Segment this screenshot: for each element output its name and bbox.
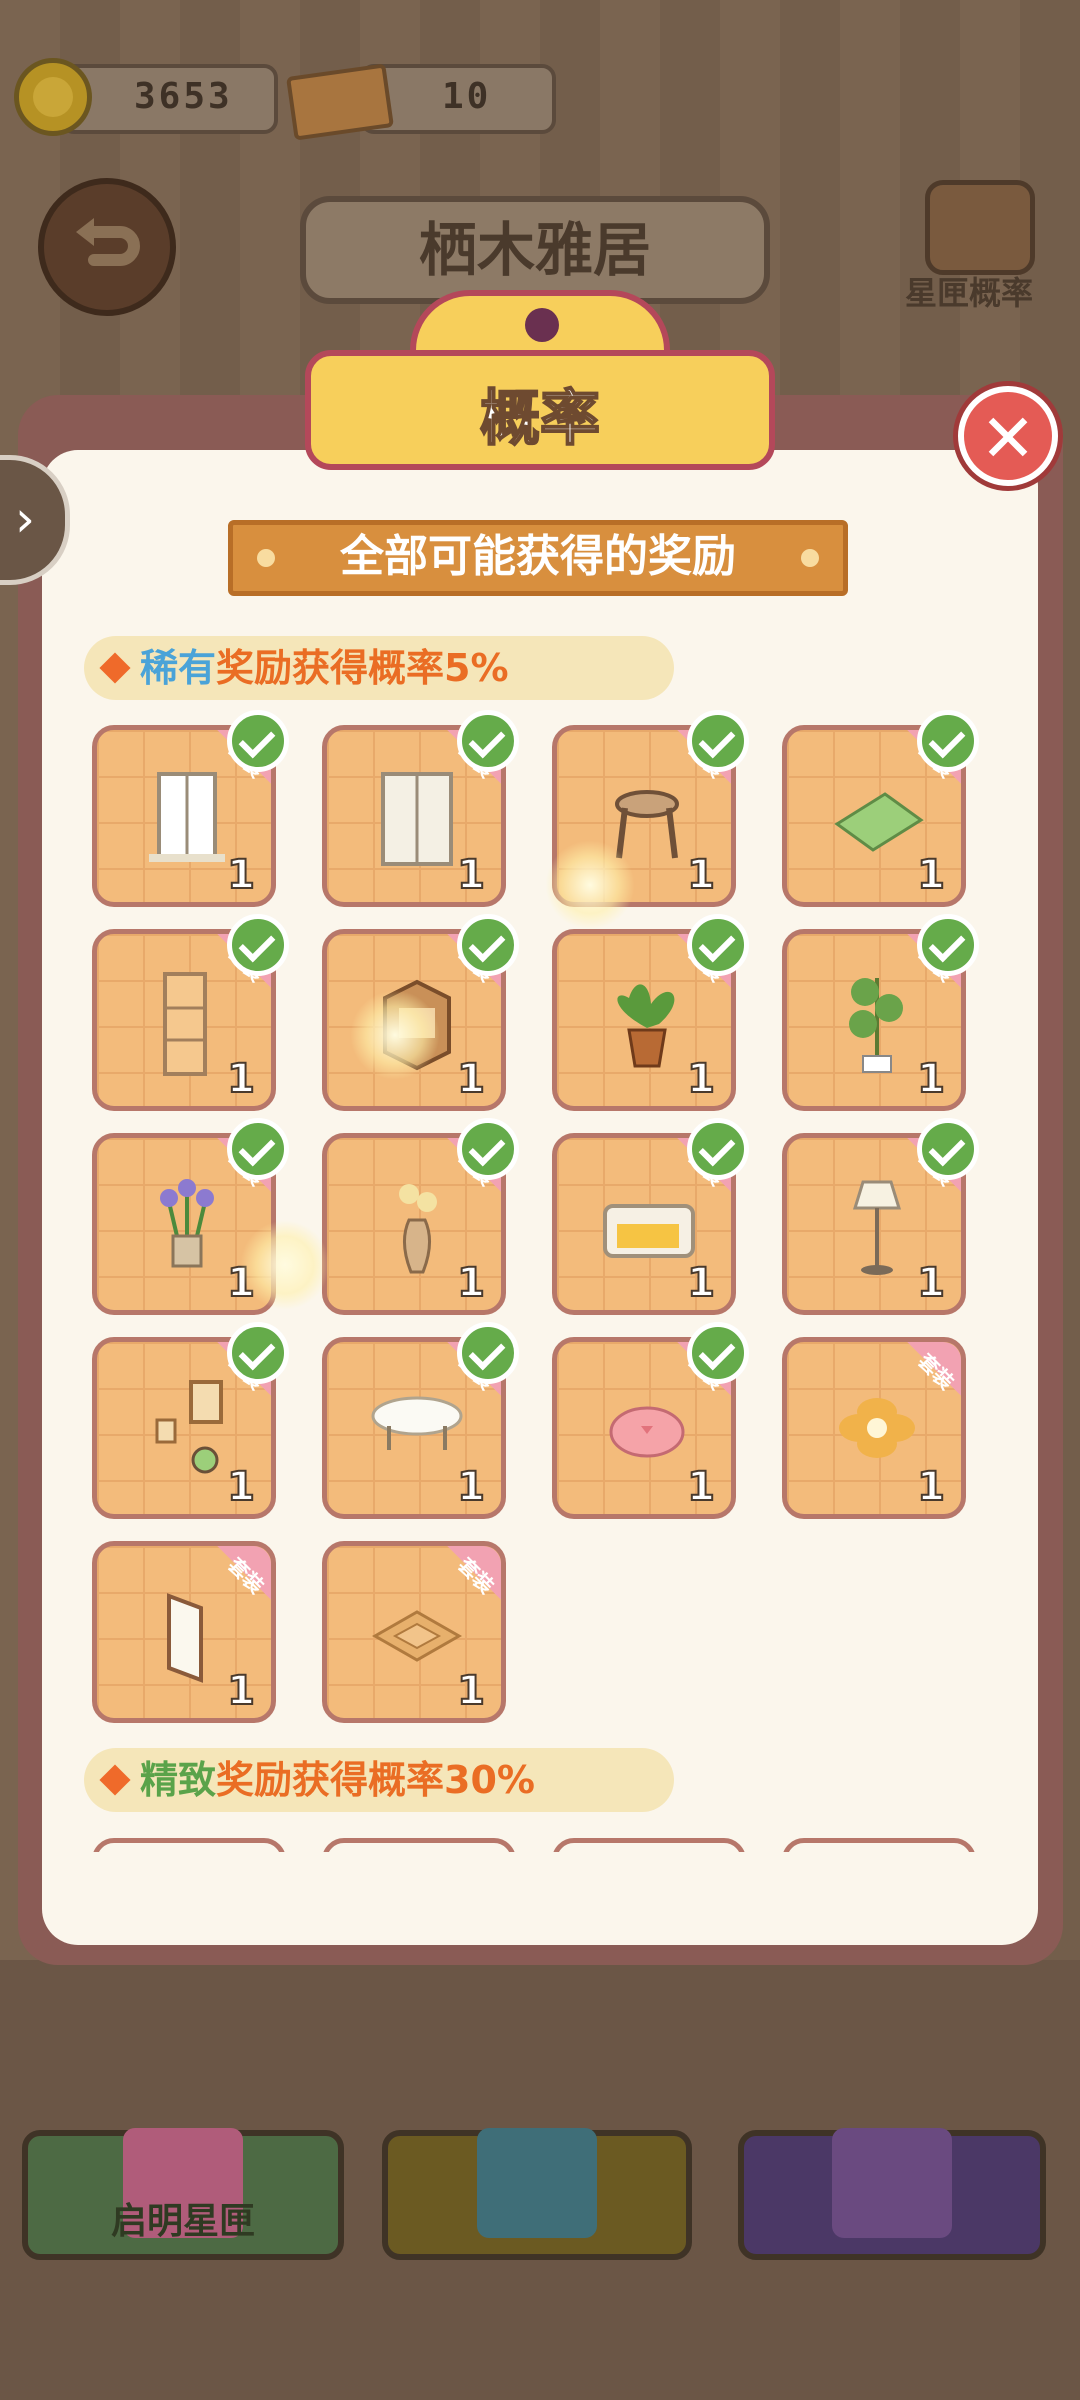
- owned-check-icon: [917, 1118, 979, 1180]
- sparkle-effect: [240, 1220, 330, 1310]
- item-count: 1: [226, 1667, 256, 1715]
- owned-check-icon: [227, 1118, 289, 1180]
- reward-tile-sofa[interactable]: 套装1: [552, 1118, 749, 1315]
- rewards-banner-text: 全部可能获得的奖励: [340, 531, 736, 582]
- item-count: 1: [456, 1055, 486, 1103]
- gift-box-1-label: 启明星匣: [110, 2201, 255, 2242]
- tv-icon[interactable]: [925, 180, 1035, 275]
- set-tag-badge: 套装: [885, 1342, 961, 1418]
- item-count: 1: [456, 1259, 486, 1307]
- reward-tile-wall-panel[interactable]: 套装1: [92, 914, 289, 1111]
- item-count: 1: [916, 1259, 946, 1307]
- sparkle-effect: [350, 990, 440, 1080]
- owned-check-icon: [457, 1118, 519, 1180]
- box-probability-button[interactable]: 星匣概率: [905, 268, 1033, 314]
- diamond-icon: [99, 1764, 131, 1796]
- gift-box-1-button[interactable]: 启明星匣: [22, 2128, 344, 2260]
- item-count: 1: [686, 1259, 716, 1307]
- tag-hole: [525, 308, 559, 342]
- item-count: 1: [456, 851, 486, 899]
- set-tag-badge: 套装: [425, 1546, 501, 1622]
- next-row-clipped: [92, 1832, 992, 1852]
- reward-tile-coffee-table[interactable]: 套装1: [322, 1322, 519, 1519]
- owned-check-icon: [457, 710, 519, 772]
- section-rare: 稀有奖励获得概率5%: [84, 636, 674, 700]
- gift-icon: [477, 2128, 597, 2238]
- item-count: 1: [686, 851, 716, 899]
- ticket-amount: 10: [442, 76, 492, 117]
- diamond-icon: [99, 652, 131, 684]
- item-count: 1: [226, 1463, 256, 1511]
- item-count: 1: [686, 1463, 716, 1511]
- rewards-banner: 全部可能获得的奖励: [228, 520, 848, 596]
- scene-title: 栖木雅居: [300, 196, 770, 304]
- dialog-title: 概率: [479, 383, 601, 455]
- reward-tile-window[interactable]: 套装1: [92, 710, 289, 907]
- owned-check-icon: [687, 1118, 749, 1180]
- set-tag-badge: 套装: [195, 1546, 271, 1622]
- set-tag-label: 套装: [223, 1552, 269, 1599]
- section-rare-tier: 稀有: [140, 646, 217, 690]
- section-fine: 精致奖励获得概率30%: [84, 1748, 674, 1812]
- close-icon: ✕: [980, 400, 1036, 477]
- set-tag-label: 套装: [913, 1348, 959, 1395]
- item-count: 1: [916, 1055, 946, 1103]
- owned-check-icon: [687, 914, 749, 976]
- close-button[interactable]: ✕: [958, 386, 1058, 486]
- reward-tile-picture-frames[interactable]: 套装1: [92, 1322, 289, 1519]
- item-count: 1: [456, 1667, 486, 1715]
- item-count: 1: [916, 851, 946, 899]
- reward-tile-curtain-window[interactable]: 套装1: [322, 710, 519, 907]
- chevron-right-icon: ›: [15, 490, 35, 548]
- item-count: 1: [456, 1463, 486, 1511]
- reward-tile-green-rug[interactable]: 套装1: [782, 710, 979, 907]
- item-count: 1: [916, 1463, 946, 1511]
- coin-counter: 3653: [60, 64, 278, 134]
- reward-tile-vase[interactable]: 套装1: [322, 1118, 519, 1315]
- coin-amount: 3653: [134, 76, 233, 117]
- reward-tile-floor-tile[interactable]: 套装 1: [322, 1541, 506, 1723]
- owned-check-icon: [917, 710, 979, 772]
- owned-check-icon: [457, 1322, 519, 1384]
- reward-tile-tall-plant[interactable]: 套装1: [782, 914, 979, 1111]
- owned-check-icon: [227, 914, 289, 976]
- reward-tile-flower-mat[interactable]: 套装 1: [782, 1337, 966, 1519]
- coin-icon: [14, 58, 92, 136]
- owned-check-icon: [687, 1322, 749, 1384]
- gift-box-2-button[interactable]: [382, 2128, 692, 2260]
- section-fine-tier: 精致: [140, 1758, 217, 1802]
- reward-tile-pink-cushion[interactable]: 套装1: [552, 1322, 749, 1519]
- reward-tile-floor-lamp[interactable]: 套装1: [782, 1118, 979, 1315]
- item-count: 1: [226, 851, 256, 899]
- owned-check-icon: [917, 914, 979, 976]
- set-tag-label: 套装: [453, 1552, 499, 1599]
- owned-check-icon: [227, 1322, 289, 1384]
- owned-check-icon: [457, 914, 519, 976]
- reward-tile-wall-mirror[interactable]: 套装 1: [92, 1541, 276, 1723]
- owned-check-icon: [227, 710, 289, 772]
- section-rare-rate: 奖励获得概率5%: [216, 646, 509, 690]
- section-fine-rate: 奖励获得概率30%: [216, 1758, 535, 1802]
- sparkle-effect: [545, 840, 635, 930]
- back-button[interactable]: [38, 178, 176, 316]
- gift-box-3-button[interactable]: [738, 2128, 1046, 2260]
- undo-arrow-icon: [76, 218, 140, 266]
- dialog-header: 概率: [305, 290, 775, 480]
- item-count: 1: [686, 1055, 716, 1103]
- owned-check-icon: [687, 710, 749, 772]
- reward-tile-potted-plant[interactable]: 套装1: [552, 914, 749, 1111]
- gift-icon: [832, 2128, 952, 2238]
- item-count: 1: [226, 1055, 256, 1103]
